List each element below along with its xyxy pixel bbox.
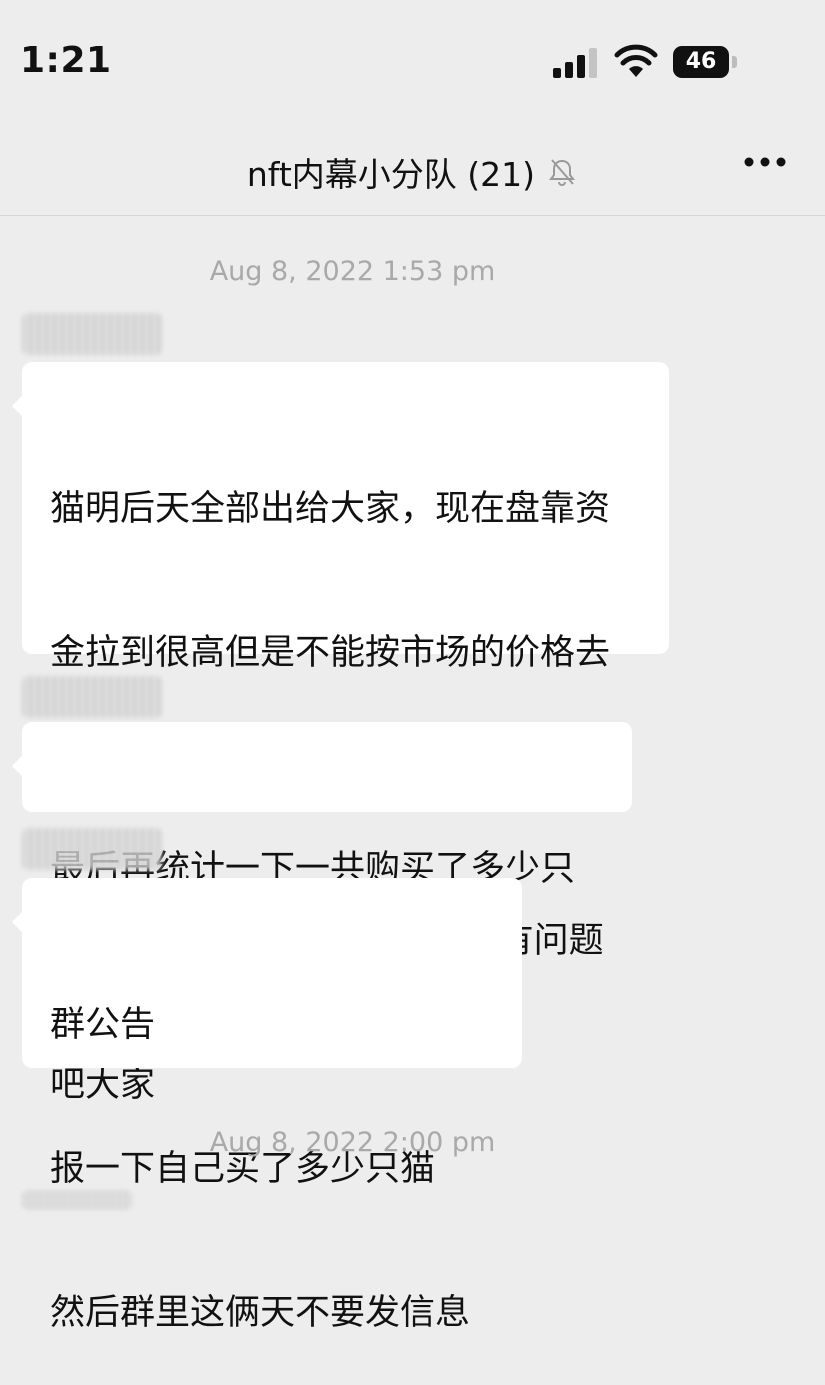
battery-icon: 46	[673, 46, 739, 80]
battery-level: 46	[685, 49, 717, 74]
sender-name-blurred	[22, 1190, 132, 1210]
message-bubble[interactable]: 最后再统计一下一共购买了多少只	[12, 722, 632, 889]
wifi-icon	[614, 44, 658, 77]
chat-title[interactable]: nft内幕小分队 (21)	[247, 155, 535, 194]
status-bar: 1:21 46	[0, 0, 825, 110]
more-dots-icon[interactable]	[743, 155, 787, 169]
status-time: 1:21	[20, 40, 112, 81]
message-timestamp: Aug 8, 2022 1:53 pm	[209, 256, 496, 287]
cellular-signal-icon	[553, 48, 597, 78]
sender-name-blurred	[22, 828, 162, 870]
bell-muted-icon	[549, 159, 576, 186]
sender-name-blurred	[22, 313, 162, 355]
sender-name-blurred	[22, 676, 162, 718]
message-bubble[interactable]: 猫明后天全部出给大家，现在盘靠资 金拉到很高但是不能按市场的价格去 出售，会出事…	[12, 362, 669, 1105]
chat-header: nft内幕小分队 (21)	[0, 110, 825, 216]
message-timestamp: Aug 8, 2022 2:00 pm	[209, 1127, 496, 1158]
message-bubble[interactable]: 群公告 报一下自己买了多少只猫 然后群里这俩天不要发信息	[12, 878, 522, 1333]
